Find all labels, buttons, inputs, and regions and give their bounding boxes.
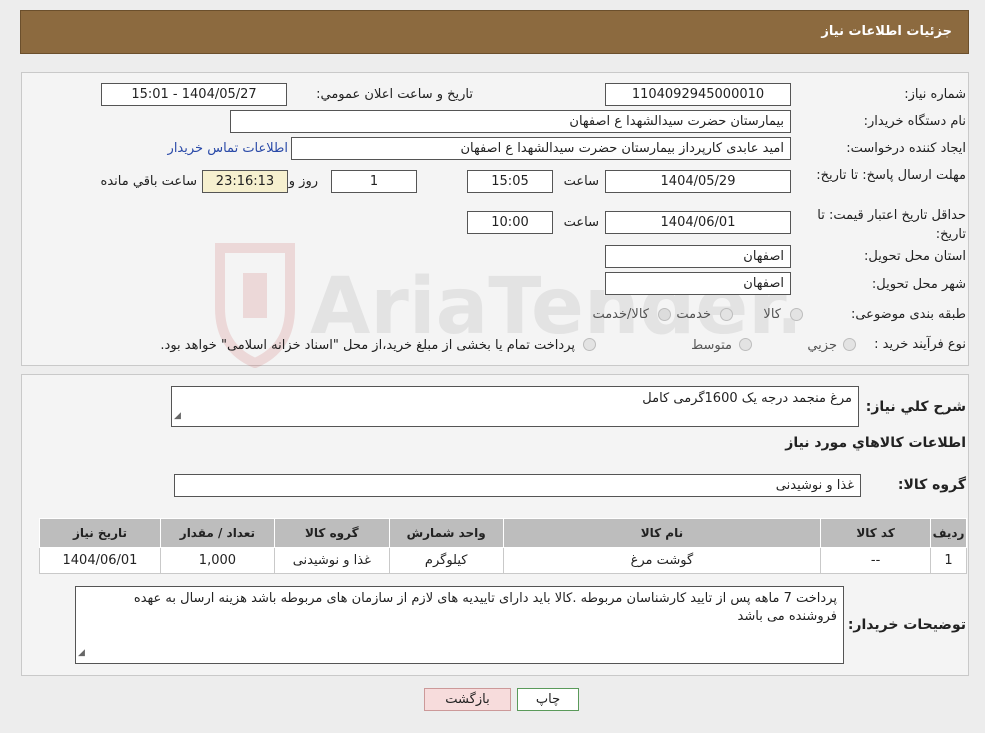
goods-group-field: غذا و نوشیدنی (174, 474, 861, 497)
description-label: شرح كلي نياز: (865, 399, 966, 415)
resize-grip-icon[interactable]: ◢ (174, 407, 181, 425)
buyer-notes-textarea[interactable]: پرداخت 7 ماهه پس از تایید کارشناسان مربو… (75, 586, 844, 664)
announce-date-label: تاریخ و ساعت اعلان عمومي: (316, 87, 473, 102)
goods-table-header: رديف كد كالا نام كالا واحد شمارش گروه كا… (39, 518, 967, 548)
deadline-time-label: ساعت (563, 174, 599, 189)
cell-unit: کیلوگرم (388, 547, 504, 574)
validity-time-field: 10:00 (467, 211, 553, 234)
days-field: 1 (331, 170, 417, 193)
process-option-medium: متوسط (691, 338, 732, 353)
cell-quantity: 1,000 (159, 547, 275, 574)
col-goods-code: كد كالا (820, 518, 932, 548)
cell-need-date: 1404/06/01 (39, 547, 161, 574)
table-row: 1 -- گوشت مرغ کیلوگرم غذا و نوشیدنی 1,00… (39, 547, 967, 574)
days-label: روز و (288, 174, 318, 189)
description-text: مرغ منجمد درجه یک 1600گرمی کامل (642, 391, 852, 406)
city-field: اصفهان (605, 272, 791, 295)
process-radio-treasury[interactable] (583, 338, 596, 351)
remaining-time-label: ساعت باقي مانده (100, 174, 197, 189)
process-radio-medium[interactable] (739, 338, 752, 351)
category-label: طبقه بندی موضوعی: (850, 307, 966, 322)
category-option-goods: کالا (763, 307, 781, 322)
province-field: اصفهان (605, 245, 791, 268)
back-button[interactable]: بازگشت (424, 688, 511, 711)
page-title: جزئیات اطلاعات نیاز (821, 24, 952, 39)
cell-goods-group: غذا و نوشیدنی (273, 547, 390, 574)
validity-date-field: 1404/06/01 (605, 211, 791, 234)
creator-field: امید عابدی کارپرداز بیمارستان حضرت سیدال… (291, 137, 791, 160)
process-radio-minor[interactable] (843, 338, 856, 351)
col-goods-name: نام كالا (502, 518, 822, 548)
page-header: جزئیات اطلاعات نیاز (20, 10, 969, 54)
deadline-date-field: 1404/05/29 (605, 170, 791, 193)
province-label: استان محل تحويل: (864, 249, 966, 264)
deadline-label: مهلت ارسال پاسخ: تا تاریخ: (816, 168, 966, 183)
buyer-notes-label: توضيحات خريدار: (847, 617, 966, 633)
category-radio-goods[interactable] (790, 308, 803, 321)
deadline-time-field: 15:05 (467, 170, 553, 193)
col-unit: واحد شمارش (388, 518, 504, 548)
cell-goods-code: -- (820, 547, 932, 574)
goods-section-title: اطلاعات كالاهاي مورد نياز (785, 435, 966, 451)
process-option-minor: جزيي (807, 338, 837, 353)
category-radio-goods-service[interactable] (658, 308, 671, 321)
category-option-service: خدمت (676, 307, 711, 322)
validity-label: حداقل تاريخ اعتبار قيمت: تا تاريخ: (817, 208, 966, 242)
cell-row-number: 1 (930, 547, 967, 574)
category-option-goods-service: کالا/خدمت (592, 307, 649, 322)
buyer-notes-text: پرداخت 7 ماهه پس از تایید کارشناسان مربو… (133, 591, 837, 624)
city-label: شهر محل تحويل: (871, 277, 966, 292)
need-number-field: 1104092945000010 (605, 83, 791, 106)
announce-date-field: 1404/05/27 - 15:01 (101, 83, 287, 106)
col-need-date: تاريخ نياز (39, 518, 161, 548)
goods-table: رديف كد كالا نام كالا واحد شمارش گروه كا… (39, 518, 967, 574)
buyer-contact-link[interactable]: اطلاعات تماس خريدار (168, 141, 288, 156)
description-textarea[interactable]: مرغ منجمد درجه یک 1600گرمی کامل ◢ (171, 386, 859, 427)
process-treasury-note: پرداخت تمام يا بخشی از مبلغ خريد،از محل … (160, 338, 575, 353)
resize-grip-icon[interactable]: ◢ (78, 644, 85, 662)
cell-goods-name: گوشت مرغ (502, 547, 822, 574)
category-radio-service[interactable] (720, 308, 733, 321)
validity-time-label: ساعت (563, 215, 599, 230)
print-button[interactable]: چاپ (517, 688, 579, 711)
buyer-org-label: نام دستگاه خريدار: (863, 114, 966, 129)
buyer-org-field: بیمارستان حضرت سیدالشهدا ع اصفهان (230, 110, 791, 133)
process-type-label: نوع فرآيند خريد : (874, 337, 966, 352)
col-row-number: رديف (930, 518, 967, 548)
creator-label: ايجاد كننده درخواست: (846, 141, 966, 156)
remaining-time-field: 23:16:13 (202, 170, 288, 193)
col-goods-group: گروه كالا (273, 518, 390, 548)
goods-group-label: گروه كالا: (897, 477, 966, 493)
need-number-label: شماره نیاز: (904, 87, 966, 102)
col-quantity: تعداد / مقدار (159, 518, 275, 548)
